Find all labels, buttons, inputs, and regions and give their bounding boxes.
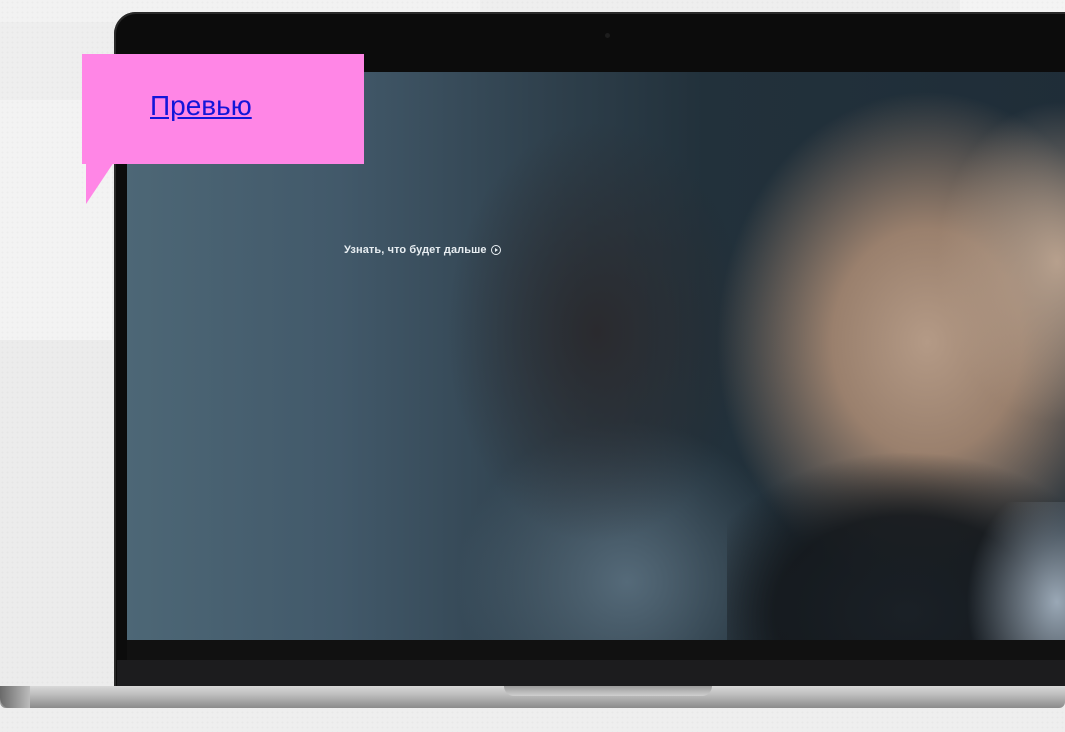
preview-badge-tail xyxy=(86,162,114,204)
preview-badge: Превью xyxy=(82,54,364,164)
laptop-base-edge xyxy=(0,686,30,708)
camera-icon xyxy=(605,33,610,38)
play-circle-icon xyxy=(490,245,501,255)
learn-more-label: Узнать, что будет дальше xyxy=(344,244,487,256)
laptop-opening-notch xyxy=(504,686,712,696)
screen-bottom-bezel xyxy=(127,640,1065,660)
video-frame-collar xyxy=(967,502,1065,640)
laptop-chin xyxy=(117,660,1065,687)
preview-link[interactable]: Превью xyxy=(150,90,252,122)
learn-more-link[interactable]: Узнать, что будет дальше xyxy=(344,244,501,256)
